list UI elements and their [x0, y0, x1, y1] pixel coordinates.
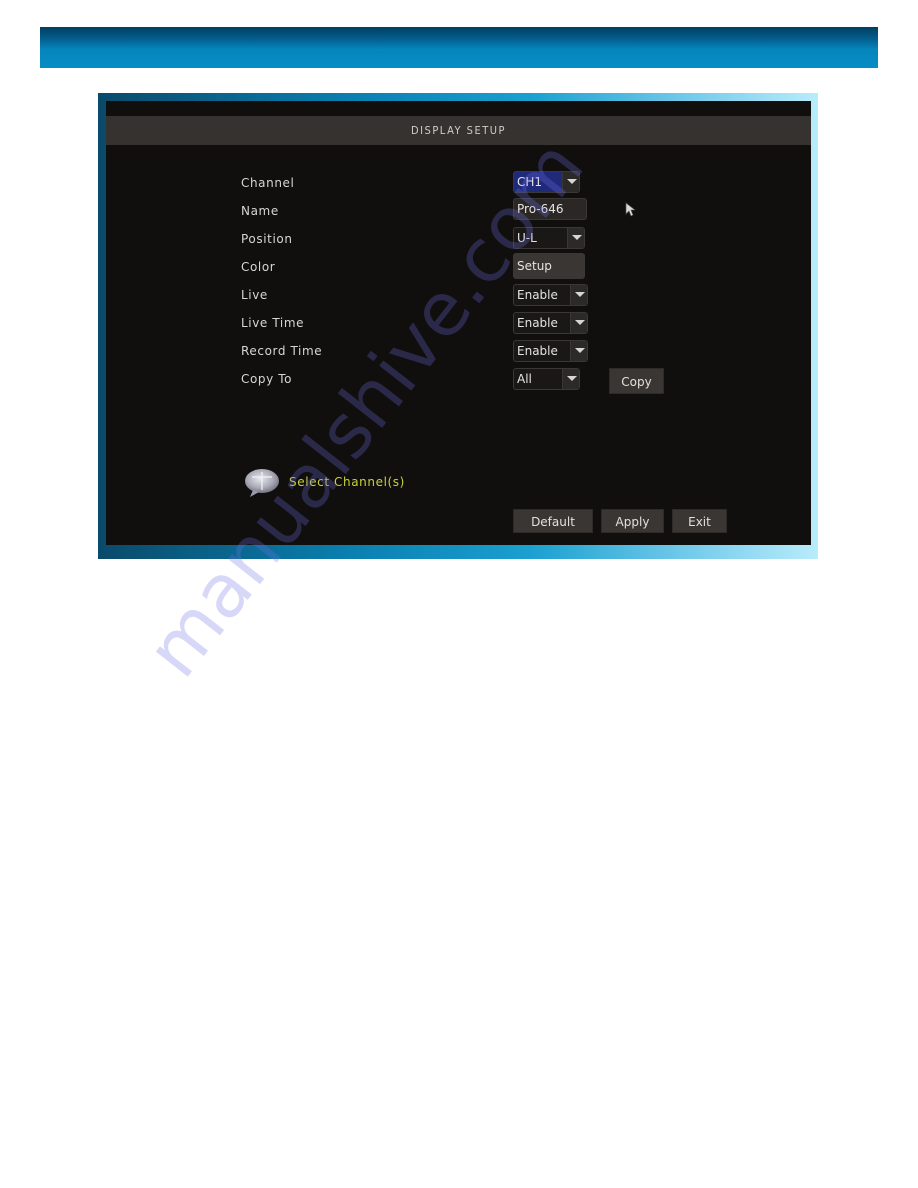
mouse-pointer-icon — [625, 202, 636, 217]
copy-to-select[interactable]: All — [513, 368, 580, 390]
channel-select[interactable]: CH1 — [513, 171, 580, 193]
tip-text: Select Channel(s) — [289, 475, 405, 489]
copy-button[interactable]: Copy — [609, 368, 664, 394]
live-time-select-value: Enable — [517, 316, 558, 330]
dialog-title: DISPLAY SETUP — [106, 116, 811, 145]
chevron-down-icon[interactable] — [570, 341, 587, 361]
name-input-value: Pro-646 — [517, 202, 564, 216]
color-setup-button[interactable]: Setup — [513, 253, 585, 279]
name-label: Name — [241, 204, 279, 218]
live-select[interactable]: Enable — [513, 284, 588, 306]
color-setup-button-label: Setup — [517, 259, 552, 273]
live-select-value: Enable — [517, 288, 558, 302]
chevron-down-icon[interactable] — [570, 285, 587, 305]
live-label: Live — [241, 288, 268, 302]
record-time-select[interactable]: Enable — [513, 340, 588, 362]
color-label: Color — [241, 260, 276, 274]
channel-select-value: CH1 — [517, 175, 543, 189]
position-select-value: U-L — [517, 231, 537, 245]
channel-label: Channel — [241, 176, 295, 190]
apply-button[interactable]: Apply — [601, 509, 664, 533]
exit-button[interactable]: Exit — [672, 509, 727, 533]
chevron-down-icon[interactable] — [562, 172, 579, 192]
display-setup-dialog: DISPLAY SETUP Channel Name Position Colo… — [106, 101, 811, 545]
screenshot-frame: DISPLAY SETUP Channel Name Position Colo… — [98, 93, 818, 559]
position-label: Position — [241, 232, 293, 246]
chevron-down-icon[interactable] — [567, 228, 584, 248]
copy-to-select-value: All — [517, 372, 532, 386]
live-time-label: Live Time — [241, 316, 305, 330]
page-header-banner — [40, 27, 878, 68]
speech-bubble-icon — [245, 469, 279, 497]
copy-to-label: Copy To — [241, 372, 293, 386]
position-select[interactable]: U-L — [513, 227, 585, 249]
record-time-label: Record Time — [241, 344, 323, 358]
record-time-select-value: Enable — [517, 344, 558, 358]
chevron-down-icon[interactable] — [562, 369, 579, 389]
chevron-down-icon[interactable] — [570, 313, 587, 333]
default-button[interactable]: Default — [513, 509, 593, 533]
name-input[interactable]: Pro-646 — [513, 198, 587, 220]
live-time-select[interactable]: Enable — [513, 312, 588, 334]
